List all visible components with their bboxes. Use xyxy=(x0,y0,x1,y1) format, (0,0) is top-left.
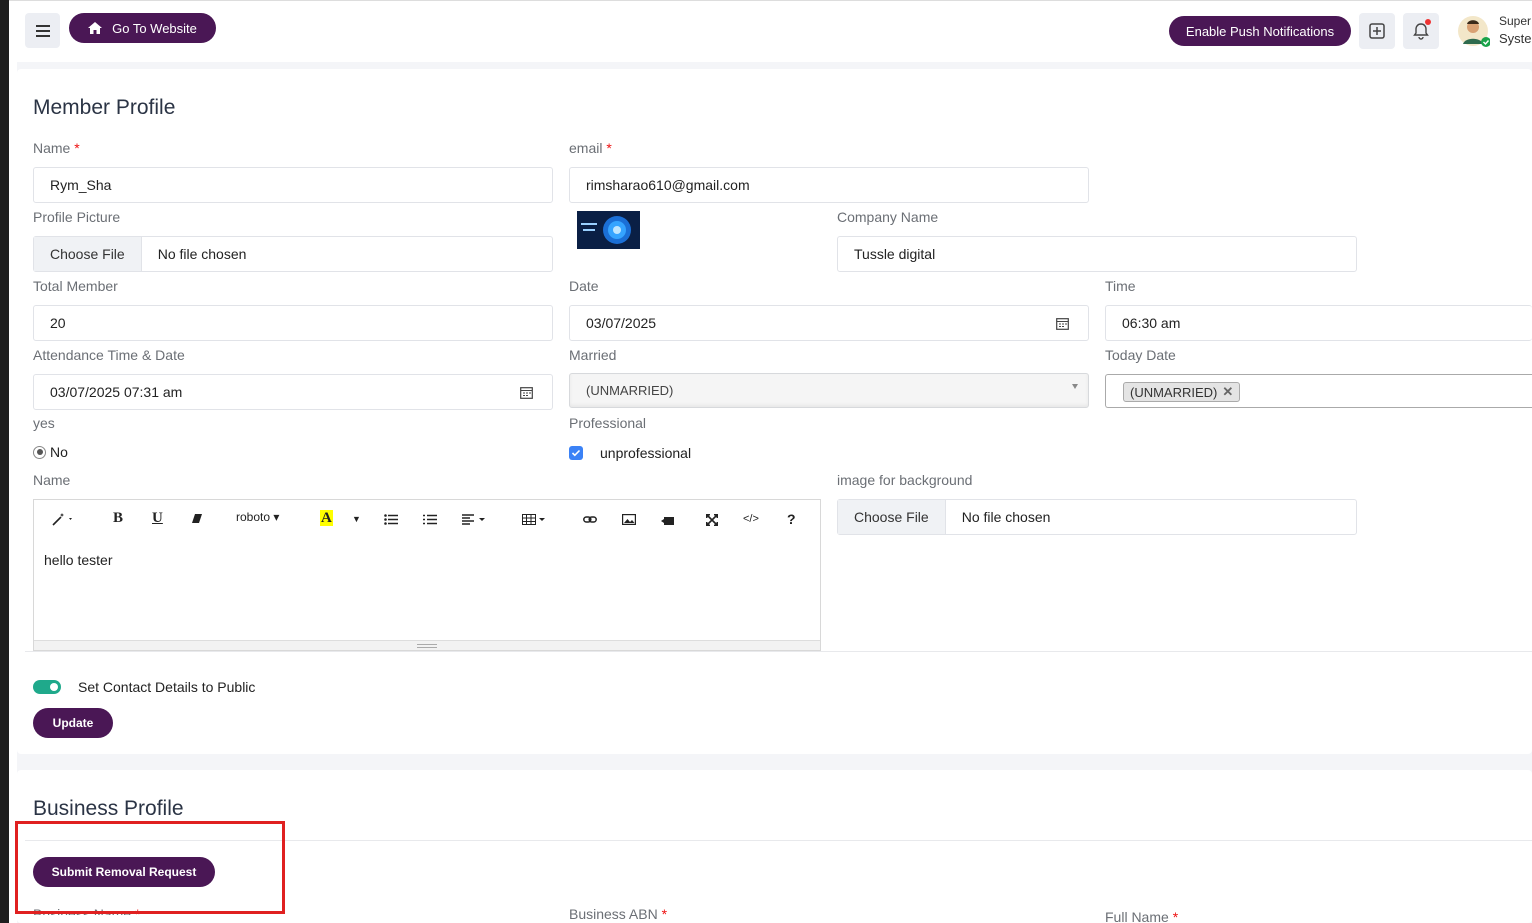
avatar[interactable] xyxy=(1458,14,1491,48)
email-input[interactable]: rimsharao610@gmail.com xyxy=(569,167,1089,203)
calendar-icon[interactable] xyxy=(520,386,533,399)
go-to-website-label: Go To Website xyxy=(112,20,197,36)
home-icon xyxy=(88,21,103,34)
yes-label: yes xyxy=(33,415,55,431)
business-abn-label: Business ABN * xyxy=(569,906,668,922)
attendance-datetime-input[interactable]: 03/07/2025 07:31 am xyxy=(33,374,553,410)
ordered-list-icon[interactable] xyxy=(423,514,437,528)
image-icon[interactable] xyxy=(622,514,637,528)
highlight-box xyxy=(15,821,285,914)
left-edge xyxy=(0,0,9,923)
unprofessional-checkbox[interactable]: unprofessional xyxy=(569,445,691,461)
choose-file-button[interactable]: Choose File xyxy=(838,500,946,534)
enable-push-notifications-button[interactable]: Enable Push Notifications xyxy=(1169,16,1351,46)
file-status: No file chosen xyxy=(157,246,247,262)
time-label: Time xyxy=(1105,278,1136,294)
name-label: Name * xyxy=(33,140,80,156)
notifications-button[interactable] xyxy=(1403,13,1439,49)
radio-no[interactable]: No xyxy=(33,444,68,460)
help-icon[interactable]: ? xyxy=(787,511,796,527)
choose-file-button[interactable]: Choose File xyxy=(34,237,142,271)
email-label: email * xyxy=(569,140,612,156)
contact-public-label: Set Contact Details to Public xyxy=(78,679,256,695)
underline-button[interactable]: U xyxy=(152,510,163,527)
font-color-icon[interactable]: A xyxy=(320,510,333,526)
left-edge-white xyxy=(9,0,17,923)
time-input[interactable]: 06:30 am xyxy=(1105,305,1532,341)
thumbnail-image xyxy=(577,211,640,249)
name-input[interactable]: Rym_Sha xyxy=(33,167,553,203)
profile-picture-thumbnail xyxy=(577,211,640,249)
hamburger-icon xyxy=(36,25,50,27)
business-profile-title: Business Profile xyxy=(33,797,184,820)
file-status: No file chosen xyxy=(961,509,1051,525)
attendance-label: Attendance Time & Date xyxy=(33,347,185,363)
full-name-label: Full Name * xyxy=(1105,909,1179,923)
editor-resize-bar[interactable] xyxy=(34,640,820,650)
date-input[interactable]: 03/07/2025 xyxy=(569,305,1089,341)
eraser-icon[interactable] xyxy=(192,513,203,527)
update-button[interactable]: Update xyxy=(33,708,113,738)
dropdown-arrow-icon xyxy=(1072,384,1078,389)
fullscreen-icon[interactable] xyxy=(706,514,718,529)
calendar-icon[interactable] xyxy=(1056,317,1069,330)
notification-dot xyxy=(1425,19,1431,25)
total-member-input[interactable]: 20 xyxy=(33,305,553,341)
editor-content[interactable]: hello tester xyxy=(44,552,112,568)
remove-tag-icon[interactable]: ✕ xyxy=(1222,384,1233,400)
profile-picture-label: Profile Picture xyxy=(33,209,121,225)
bg-image-file-input[interactable]: Choose File No file chosen xyxy=(837,499,1357,535)
professional-label: Professional xyxy=(569,415,647,431)
company-name-label: Company Name xyxy=(837,209,939,225)
link-icon[interactable] xyxy=(583,514,597,528)
magic-wand-icon[interactable] xyxy=(52,512,74,529)
resize-grip-icon xyxy=(417,644,437,648)
bold-button[interactable]: B xyxy=(113,510,123,527)
plus-square-icon xyxy=(1369,23,1385,39)
user-name: Super A xyxy=(1499,14,1532,28)
paragraph-align-dropdown[interactable] xyxy=(462,514,488,528)
contact-public-toggle[interactable] xyxy=(33,680,61,694)
add-button[interactable] xyxy=(1359,13,1395,49)
section-divider xyxy=(25,651,1532,652)
date-label: Date xyxy=(569,278,599,294)
today-date-label: Today Date xyxy=(1105,347,1176,363)
bg-image-label: image for background xyxy=(837,472,973,488)
user-avatar-icon xyxy=(1458,16,1491,47)
total-member-label: Total Member xyxy=(33,278,118,294)
company-name-input[interactable]: Tussle digital xyxy=(837,236,1357,272)
table-icon[interactable] xyxy=(522,514,548,528)
font-color-dropdown-icon[interactable]: ▼ xyxy=(352,514,361,524)
page-title: Member Profile xyxy=(33,96,176,119)
profile-picture-file-input[interactable]: Choose File No file chosen xyxy=(33,236,553,272)
user-role: Syster xyxy=(1499,31,1532,46)
checkbox-checked-icon[interactable] xyxy=(569,446,583,460)
selected-tag: (UNMARRIED) ✕ xyxy=(1123,382,1241,402)
menu-toggle-button[interactable] xyxy=(25,13,60,48)
today-date-multiselect[interactable]: (UNMARRIED) ✕ xyxy=(1105,374,1532,408)
married-label: Married xyxy=(569,347,617,363)
married-select[interactable]: (UNMARRIED) xyxy=(569,373,1089,408)
editor-label: Name xyxy=(33,472,71,488)
video-icon[interactable] xyxy=(661,515,675,529)
code-view-icon[interactable]: </> xyxy=(743,513,759,525)
go-to-website-button[interactable]: Go To Website xyxy=(69,13,216,43)
radio-icon[interactable] xyxy=(33,445,46,459)
font-family-dropdown[interactable]: roboto ▾ xyxy=(236,510,279,524)
unordered-list-icon[interactable] xyxy=(384,514,398,528)
